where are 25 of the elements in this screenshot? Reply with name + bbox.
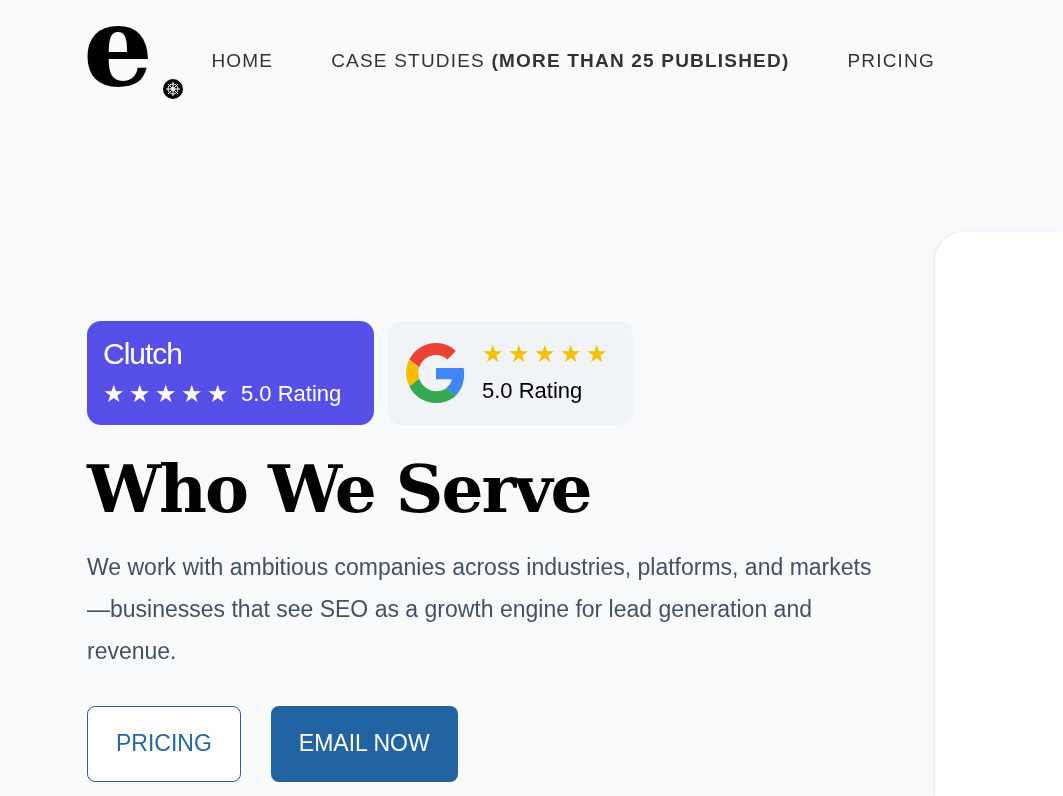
star-icon: ★ xyxy=(207,382,229,406)
star-icon: ★ xyxy=(181,382,203,406)
rating-text: 5.0 Rating xyxy=(482,378,584,404)
star-icon: ★ xyxy=(508,342,530,366)
brand-name: Clutch xyxy=(103,337,184,371)
rating-text: 5.0 Rating xyxy=(241,381,342,407)
star-icon: ★ xyxy=(482,342,504,366)
intro-paragraph: We work with ambitious companies across industries, platforms, and markets—businesses that see SEO as a growth engine for lead generation and revenue. xyxy=(87,552,873,666)
star-icon: ★ xyxy=(103,382,125,406)
star-icon: ★ xyxy=(586,342,608,366)
nav-link[interactable]: PRICING xyxy=(847,50,935,72)
star-icon: ★ xyxy=(560,342,582,366)
rating-card[interactable]: Clutch ★ ★ ★ ★ ★ 5.0 Rating xyxy=(87,321,374,425)
wheel-icon xyxy=(163,79,183,99)
page-heading: Who We Serve xyxy=(87,453,592,526)
rating-card[interactable]: ★ ★ ★ ★ ★ 5.0 Rating xyxy=(388,321,633,425)
star-icon: ★ xyxy=(534,342,556,366)
g-logo-icon xyxy=(406,343,466,403)
pricing-button[interactable]: PRICING xyxy=(87,705,241,782)
nav-link[interactable]: HOME xyxy=(211,50,274,72)
logo-letter[interactable]: e xyxy=(83,0,153,102)
nav-link[interactable]: CASE STUDIES (MORE THAN 25 PUBLISHED) xyxy=(331,50,790,72)
star-icon: ★ xyxy=(155,382,177,406)
star-icon: ★ xyxy=(129,382,151,406)
email-button[interactable]: EMAIL NOW xyxy=(270,705,458,782)
